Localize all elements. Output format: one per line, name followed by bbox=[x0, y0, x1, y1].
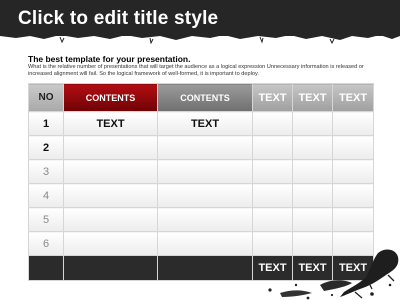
table-row: 3 bbox=[28, 159, 374, 184]
slide-subtitle[interactable]: The best template for your presentation. bbox=[28, 54, 190, 64]
footer-cell[interactable] bbox=[157, 255, 253, 281]
brush-edge-decoration bbox=[0, 30, 400, 44]
header-no: NO bbox=[28, 83, 64, 112]
table-cell[interactable] bbox=[63, 231, 158, 256]
header-contents-1: CONTENTS bbox=[63, 83, 158, 112]
table-cell[interactable] bbox=[332, 159, 374, 184]
table-cell[interactable] bbox=[252, 207, 293, 232]
table-cell[interactable]: TEXT bbox=[157, 111, 253, 136]
footer-cell[interactable] bbox=[63, 255, 158, 281]
table-cell[interactable] bbox=[63, 159, 158, 184]
table-row: 1 TEXT TEXT bbox=[28, 111, 374, 136]
table-cell[interactable] bbox=[157, 231, 253, 256]
header-text-2: TEXT bbox=[292, 83, 333, 112]
table-cell[interactable] bbox=[332, 207, 374, 232]
header-contents-2: CONTENTS bbox=[157, 83, 253, 112]
table-cell[interactable] bbox=[157, 207, 253, 232]
ink-splash-decoration bbox=[268, 249, 399, 300]
row-number: 2 bbox=[28, 135, 64, 160]
table-cell[interactable] bbox=[157, 159, 253, 184]
table-cell[interactable] bbox=[252, 111, 293, 136]
row-number: 4 bbox=[28, 183, 64, 208]
table-cell[interactable] bbox=[292, 135, 333, 160]
table-cell[interactable] bbox=[252, 159, 293, 184]
table-cell[interactable] bbox=[157, 183, 253, 208]
table-cell[interactable] bbox=[63, 207, 158, 232]
row-number: 1 bbox=[28, 111, 64, 136]
row-number: 3 bbox=[28, 159, 64, 184]
slide-description[interactable]: What is the relative number of presentat… bbox=[28, 64, 373, 78]
table-cell[interactable] bbox=[292, 183, 333, 208]
table-row: 2 bbox=[28, 135, 374, 160]
table-cell[interactable] bbox=[157, 135, 253, 160]
row-number: 5 bbox=[28, 207, 64, 232]
table-cell[interactable] bbox=[63, 183, 158, 208]
header-text-3: TEXT bbox=[332, 83, 374, 112]
table-cell[interactable] bbox=[292, 111, 333, 136]
table-header-row: NO CONTENTS CONTENTS TEXT TEXT TEXT bbox=[28, 83, 374, 112]
table-cell[interactable] bbox=[332, 135, 374, 160]
slide-title[interactable]: Click to edit title style bbox=[18, 8, 218, 30]
table-cell[interactable]: TEXT bbox=[63, 111, 158, 136]
table-cell[interactable] bbox=[292, 159, 333, 184]
table-cell[interactable] bbox=[332, 183, 374, 208]
table-cell[interactable] bbox=[63, 135, 158, 160]
table-cell[interactable] bbox=[252, 183, 293, 208]
table-cell[interactable] bbox=[292, 207, 333, 232]
table-cell[interactable] bbox=[252, 135, 293, 160]
header-text-1: TEXT bbox=[252, 83, 293, 112]
row-number: 6 bbox=[28, 231, 64, 256]
footer-cell[interactable] bbox=[28, 255, 64, 281]
table-cell[interactable] bbox=[332, 111, 374, 136]
table-row: 5 bbox=[28, 207, 374, 232]
table-row: 4 bbox=[28, 183, 374, 208]
